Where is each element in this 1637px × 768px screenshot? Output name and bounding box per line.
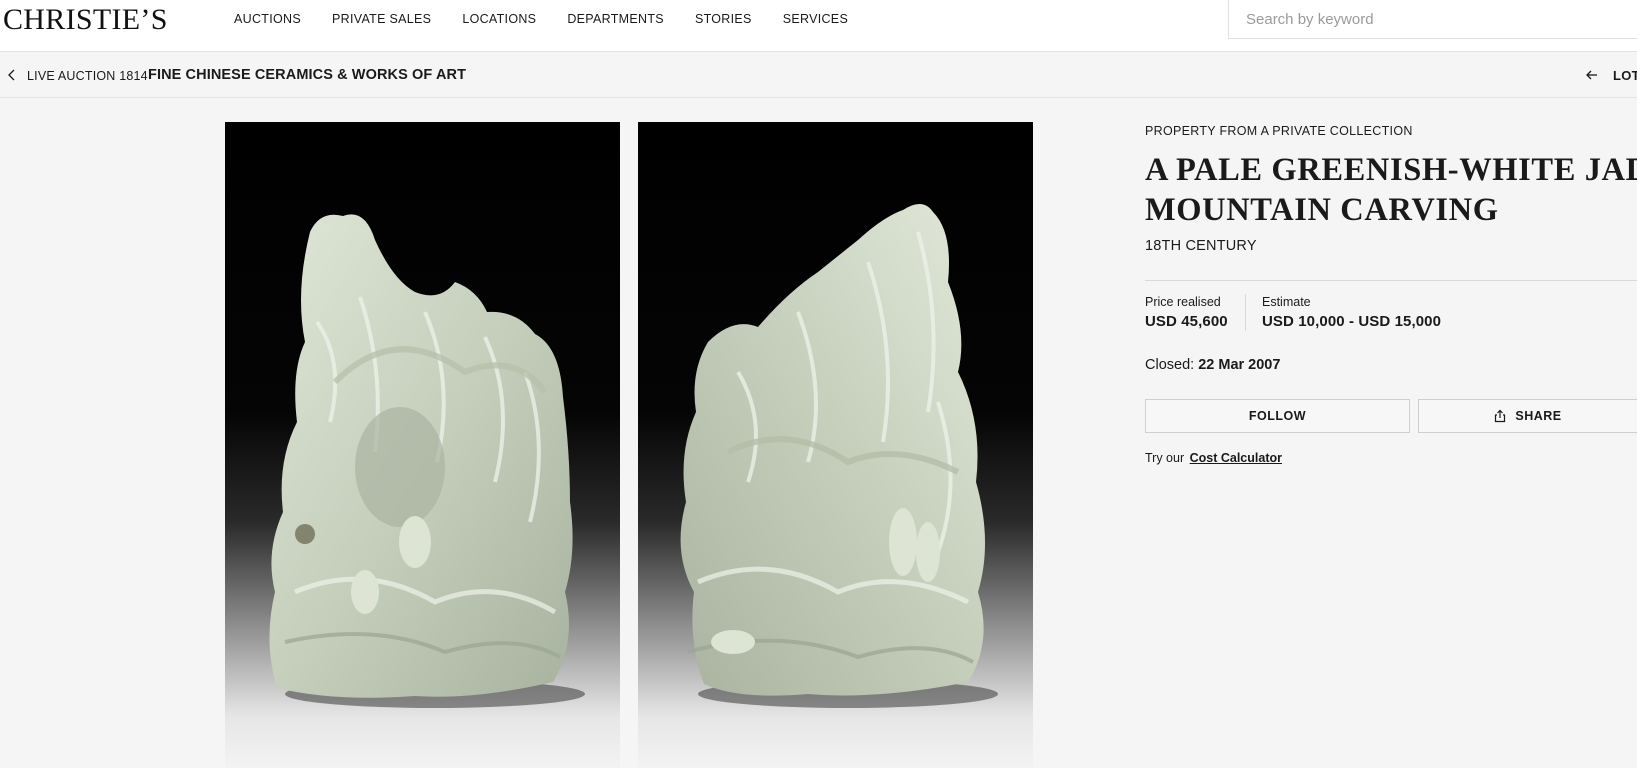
lot-period: 18TH CENTURY bbox=[1145, 238, 1257, 254]
cost-calculator-prompt: Try our Cost Calculator bbox=[1145, 451, 1282, 465]
nav-auctions[interactable]: AUCTIONS bbox=[234, 11, 301, 27]
breadcrumb: LIVE AUCTION 1814 FINE CHINESE CERAMICS … bbox=[0, 52, 1637, 98]
estimate-value: USD 10,000 - USD 15,000 bbox=[1262, 313, 1442, 330]
nav-stories[interactable]: STORIES bbox=[695, 11, 752, 27]
follow-button-label: FOLLOW bbox=[1248, 409, 1307, 423]
price-realised-value: USD 45,600 bbox=[1145, 313, 1228, 330]
nav-locations[interactable]: LOCATIONS bbox=[462, 11, 536, 27]
closed-label: Closed: bbox=[1145, 357, 1195, 373]
share-button[interactable]: SHARE bbox=[1418, 399, 1637, 433]
lot-title-line-1: A PALE GREENISH-WHITE JADE bbox=[1145, 152, 1637, 188]
nav-private-sales[interactable]: PRIVATE SALES bbox=[332, 11, 431, 27]
chevron-left-icon[interactable] bbox=[6, 68, 18, 82]
follow-button[interactable]: FOLLOW bbox=[1145, 399, 1410, 433]
calc-prefix: Try our bbox=[1145, 451, 1185, 465]
share-icon bbox=[1495, 409, 1506, 423]
sale-title-link[interactable]: FINE CHINESE CERAMICS & WORKS OF ART bbox=[148, 67, 466, 83]
main-nav: AUCTIONS PRIVATE SALES LOCATIONS DEPARTM… bbox=[234, 11, 879, 27]
jade-carving-back-illustration bbox=[680, 203, 998, 708]
lot-title-line-2: MOUNTAIN CARVING bbox=[1145, 192, 1499, 228]
nav-departments[interactable]: DEPARTMENTS bbox=[567, 11, 664, 27]
closed-date: Closed: 22 Mar 2007 bbox=[1145, 357, 1280, 373]
jade-carving-front-illustration bbox=[269, 214, 585, 708]
lot-title: A PALE GREENISH-WHITE JADE MOUNTAIN CARV… bbox=[1145, 150, 1637, 230]
search-input[interactable] bbox=[1229, 0, 1637, 38]
christies-logo[interactable]: CHRISTIE’S bbox=[3, 2, 168, 38]
lot-image-front[interactable] bbox=[225, 122, 620, 768]
share-button-label: SHARE bbox=[1515, 409, 1562, 423]
lot-nav-link[interactable]: LOT bbox=[1613, 68, 1637, 83]
provenance-label: PROPERTY FROM A PRIVATE COLLECTION bbox=[1145, 124, 1413, 138]
cost-calculator-link[interactable]: Cost Calculator bbox=[1190, 451, 1282, 465]
arrow-left-icon[interactable] bbox=[1585, 68, 1599, 82]
estimate-label: Estimate bbox=[1262, 295, 1311, 309]
auction-number-link[interactable]: LIVE AUCTION 1814 bbox=[27, 69, 148, 83]
lot-image-back[interactable] bbox=[638, 122, 1033, 768]
nav-services[interactable]: SERVICES bbox=[783, 11, 848, 27]
price-divider bbox=[1245, 294, 1246, 331]
details-divider bbox=[1145, 280, 1637, 281]
price-realised-label: Price realised bbox=[1145, 295, 1221, 309]
closed-date-value: 22 Mar 2007 bbox=[1198, 357, 1281, 373]
search-box bbox=[1228, 0, 1637, 39]
top-nav-bar: CHRISTIE’S AUCTIONS PRIVATE SALES LOCATI… bbox=[0, 0, 1637, 52]
